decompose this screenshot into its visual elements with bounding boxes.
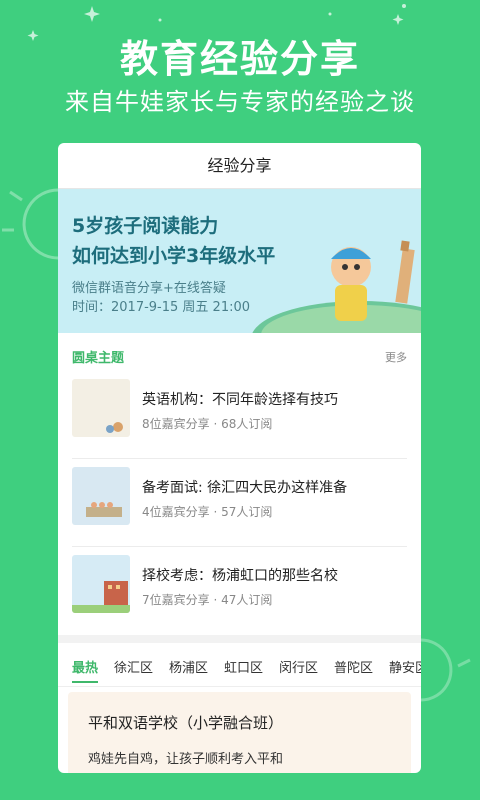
- topic-meta: 7位嘉宾分享 · 47人订阅: [142, 593, 273, 607]
- tab-hongkou[interactable]: 虹口区: [224, 657, 263, 676]
- tab-xuhui[interactable]: 徐汇区: [114, 657, 153, 676]
- active-tab-indicator: [72, 681, 98, 683]
- hero-subtitle: 来自牛娃家长与专家的经验之谈: [65, 88, 415, 116]
- topic-item[interactable]: 备考面试: 徐汇四大民办这样准备 4位嘉宾分享 · 57人订阅: [72, 459, 407, 547]
- topic-meta: 4位嘉宾分享 · 57人订阅: [142, 505, 273, 519]
- section-divider: [58, 635, 421, 643]
- topic-thumbnail: [72, 379, 130, 437]
- sparkle-icon: [392, 14, 404, 25]
- sparkle-icon: [84, 6, 100, 22]
- tab-minhang[interactable]: 闵行区: [279, 657, 318, 676]
- banner-title-line2: 如何达到小学3年级水平: [72, 245, 276, 267]
- topic-item[interactable]: 英语机构：不同年龄选择有技巧 8位嘉宾分享 · 68人订阅: [72, 371, 407, 459]
- topic-title: 英语机构：不同年龄选择有技巧: [142, 392, 338, 408]
- school-title: 平和双语学校（小学融合班）: [88, 714, 284, 732]
- topic-item[interactable]: 择校考虑：杨浦虹口的那些名校 7位嘉宾分享 · 47人订阅: [72, 547, 407, 635]
- topic-title: 择校考虑：杨浦虹口的那些名校: [142, 568, 338, 584]
- topic-thumbnail: [72, 555, 130, 613]
- card-header: 经验分享: [58, 143, 421, 189]
- banner-subtitle: 微信群语音分享+在线答疑: [72, 281, 226, 296]
- section-title: 圆桌主题: [72, 351, 125, 366]
- tab-putuo[interactable]: 普陀区: [334, 657, 373, 676]
- school-card[interactable]: 平和双语学校（小学融合班） 鸡娃先自鸡，让孩子顺利考入平和: [68, 692, 411, 773]
- topic-meta: 8位嘉宾分享 · 68人订阅: [142, 417, 273, 431]
- topic-thumbnail: [72, 467, 130, 525]
- content-card: 经验分享 5岁孩子阅读能力 如何达到小学3年级水平 微信群语音分享+在线答疑 时…: [58, 143, 421, 773]
- tab-hot[interactable]: 最热: [72, 657, 98, 676]
- banner-time: 时间：2017-9-15 周五 21:00: [72, 300, 251, 315]
- tab-yangpu[interactable]: 杨浦区: [169, 657, 208, 676]
- event-banner[interactable]: 5岁孩子阅读能力 如何达到小学3年级水平 微信群语音分享+在线答疑 时间：201…: [58, 189, 421, 333]
- school-description: 鸡娃先自鸡，让孩子顺利考入平和: [88, 752, 284, 767]
- banner-title-line1: 5岁孩子阅读能力: [72, 215, 219, 237]
- more-link[interactable]: 更多: [385, 349, 407, 365]
- tab-jingan[interactable]: 静安区: [389, 657, 421, 676]
- banner-illustration: [252, 240, 421, 333]
- topic-title: 备考面试: 徐汇四大民办这样准备: [142, 480, 348, 496]
- district-tabs: 最热 徐汇区 杨浦区 虹口区 闵行区 普陀区 静安区: [58, 643, 421, 687]
- hero-title: 教育经验分享: [119, 37, 360, 81]
